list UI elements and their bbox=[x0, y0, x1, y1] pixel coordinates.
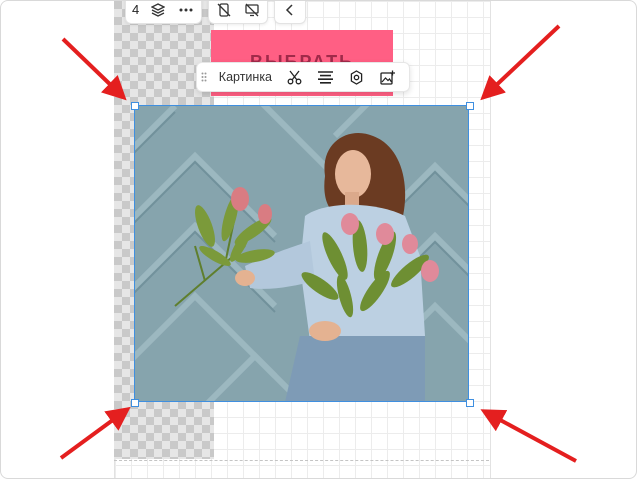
crop-icon[interactable] bbox=[286, 68, 304, 86]
photo-illustration bbox=[135, 106, 469, 402]
editor-frame: 4 ВЫБРАТЬ bbox=[0, 0, 637, 479]
align-icon[interactable] bbox=[317, 68, 335, 86]
hide-desktop-icon[interactable] bbox=[243, 1, 261, 19]
resize-handle-top-left[interactable] bbox=[131, 102, 139, 110]
resize-handle-bottom-right[interactable] bbox=[466, 399, 474, 407]
collapse-icon[interactable] bbox=[281, 1, 299, 19]
top-toolbar: 4 bbox=[125, 1, 307, 24]
layer-tools-group: 4 bbox=[125, 1, 203, 24]
image-toolbar: Картинка bbox=[196, 62, 410, 92]
arrow-top-right bbox=[480, 24, 561, 101]
page-boundary-line bbox=[114, 460, 489, 461]
replace-image-icon[interactable] bbox=[378, 68, 396, 86]
element-type-label: Картинка bbox=[218, 70, 273, 84]
drag-handle-icon[interactable] bbox=[197, 72, 211, 82]
resize-handle-top-right[interactable] bbox=[466, 102, 474, 110]
arrow-bottom-right bbox=[480, 409, 577, 463]
layer-count: 4 bbox=[132, 2, 140, 17]
settings-icon[interactable] bbox=[348, 68, 366, 86]
arrow-top-left bbox=[61, 37, 127, 101]
resize-handle-bottom-left[interactable] bbox=[131, 399, 139, 407]
layers-icon[interactable] bbox=[149, 1, 167, 19]
hide-mobile-icon[interactable] bbox=[215, 1, 233, 19]
collapse-group bbox=[274, 1, 307, 24]
more-icon[interactable] bbox=[177, 1, 195, 19]
arrow-bottom-left bbox=[59, 406, 131, 460]
visibility-tools-group bbox=[208, 1, 269, 24]
selected-image[interactable] bbox=[135, 106, 469, 402]
